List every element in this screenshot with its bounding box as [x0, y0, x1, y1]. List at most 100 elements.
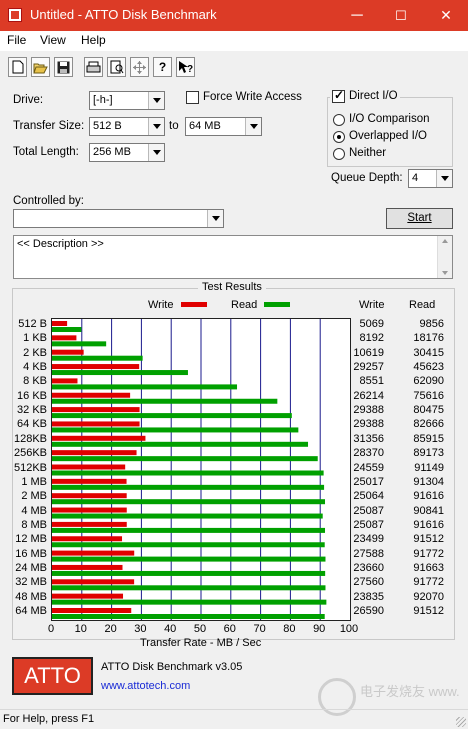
io-comparison-radio[interactable]	[333, 114, 345, 126]
read-value: 91772	[413, 547, 444, 560]
read-bar	[52, 484, 325, 490]
controlled-by-label: Controlled by:	[13, 195, 84, 207]
scroll-down-icon[interactable]	[442, 271, 448, 275]
read-bar	[52, 398, 278, 404]
chevron-down-icon	[245, 118, 261, 135]
read-bar	[52, 556, 326, 562]
drive-value: [-h-]	[93, 94, 113, 106]
read-bar	[52, 327, 82, 332]
resize-grip-icon[interactable]	[456, 717, 466, 727]
read-value: 82666	[413, 418, 444, 431]
neither-radio[interactable]	[333, 148, 345, 160]
maximize-button[interactable]: ☐	[379, 0, 423, 31]
print-preview-icon[interactable]	[107, 57, 126, 77]
write-bar	[52, 407, 140, 413]
read-value: 91616	[413, 490, 444, 503]
row-label: 512 B	[18, 318, 47, 330]
read-bar	[52, 427, 299, 433]
queue-depth-select[interactable]: 4	[408, 169, 453, 188]
write-bar	[52, 536, 123, 542]
overlapped-io-radio[interactable]	[333, 131, 345, 143]
legend-read-swatch	[264, 302, 290, 307]
description-scrollbar[interactable]	[437, 236, 452, 278]
read-value: 92070	[413, 590, 444, 603]
read-value: 90841	[413, 504, 444, 517]
read-value: 85915	[413, 432, 444, 445]
write-value: 31356	[353, 432, 384, 445]
transfer-size-from-value: 512 B	[93, 120, 122, 132]
transfer-size-from-select[interactable]: 512 B	[89, 117, 165, 136]
chevron-down-icon	[148, 118, 164, 135]
neither-label: Neither	[349, 147, 387, 159]
context-help-icon[interactable]: ?	[176, 57, 195, 77]
queue-depth-value: 4	[412, 172, 419, 184]
status-bar: For Help, press F1	[0, 709, 468, 729]
read-bar	[52, 456, 318, 462]
force-write-label: Force Write Access	[203, 91, 302, 103]
write-bar	[52, 564, 123, 570]
direct-io-checkbox[interactable]	[332, 88, 345, 103]
new-icon[interactable]	[8, 57, 27, 77]
total-length-select[interactable]: 256 MB	[89, 143, 165, 162]
direct-io-label: Direct I/O	[349, 90, 398, 102]
menu-view[interactable]: View	[40, 33, 66, 47]
move-icon[interactable]	[130, 57, 149, 77]
force-write-checkbox[interactable]	[186, 91, 199, 104]
chevron-down-icon	[148, 144, 164, 161]
website-link[interactable]: www.attotech.com	[101, 680, 190, 692]
toolbar: ? ?	[0, 53, 468, 83]
write-bar	[52, 321, 68, 326]
read-value: 75616	[413, 389, 444, 402]
open-icon[interactable]	[31, 57, 50, 77]
write-value: 24559	[353, 461, 384, 474]
chevron-down-icon	[436, 170, 452, 187]
write-value: 26590	[353, 605, 384, 617]
write-value: 8192	[359, 332, 384, 345]
io-comparison-label: I/O Comparison	[349, 113, 430, 125]
legend-read-label: Read	[231, 299, 258, 311]
write-value: 23499	[353, 533, 384, 546]
x-tick-label: 20	[104, 623, 117, 635]
write-bar	[52, 421, 140, 427]
start-button[interactable]: Start	[386, 208, 453, 229]
total-length-label: Total Length:	[13, 146, 79, 158]
queue-depth-label: Queue Depth:	[331, 172, 403, 184]
results-chart	[51, 318, 351, 621]
write-value: 29388	[353, 418, 384, 431]
read-value: 91149	[414, 461, 444, 474]
write-bar	[52, 550, 135, 556]
read-value: 91304	[413, 475, 444, 488]
controlled-by-select[interactable]	[13, 209, 224, 228]
x-tick-label: 50	[193, 623, 207, 635]
menu-help[interactable]: Help	[81, 33, 106, 47]
write-bar	[52, 478, 127, 484]
description-box[interactable]: << Description >>	[13, 235, 453, 279]
read-bar	[52, 542, 325, 548]
title-bar[interactable]: Untitled - ATTO Disk Benchmark ─ ☐ ✕	[0, 0, 468, 31]
write-value: 23835	[353, 590, 384, 603]
x-tick-label: 80	[283, 623, 296, 635]
transfer-size-to-select[interactable]: 64 MB	[185, 117, 262, 136]
read-value: 62090	[413, 375, 444, 388]
minimize-button[interactable]: ─	[335, 0, 379, 31]
scroll-up-icon[interactable]	[442, 239, 448, 243]
help-icon[interactable]: ?	[153, 57, 172, 77]
row-label: 32 KB	[17, 404, 47, 417]
row-label: 2 MB	[21, 490, 47, 503]
description-text: << Description >>	[17, 238, 104, 250]
drive-select[interactable]: [-h-]	[89, 91, 165, 110]
x-tick-label: 40	[164, 623, 177, 635]
app-icon	[8, 8, 22, 22]
read-value: 91772	[413, 576, 444, 589]
total-length-value: 256 MB	[93, 146, 131, 158]
read-bar	[52, 599, 327, 605]
save-icon[interactable]	[54, 57, 73, 77]
atto-logo: ATTO	[12, 657, 93, 695]
write-value: 25087	[353, 504, 384, 517]
print-icon[interactable]	[84, 57, 103, 77]
close-button[interactable]: ✕	[424, 0, 468, 31]
menu-file[interactable]: File	[7, 33, 26, 47]
write-value: 8551	[359, 375, 384, 388]
write-value: 26214	[353, 389, 384, 402]
column-header-write: Write	[359, 299, 385, 311]
